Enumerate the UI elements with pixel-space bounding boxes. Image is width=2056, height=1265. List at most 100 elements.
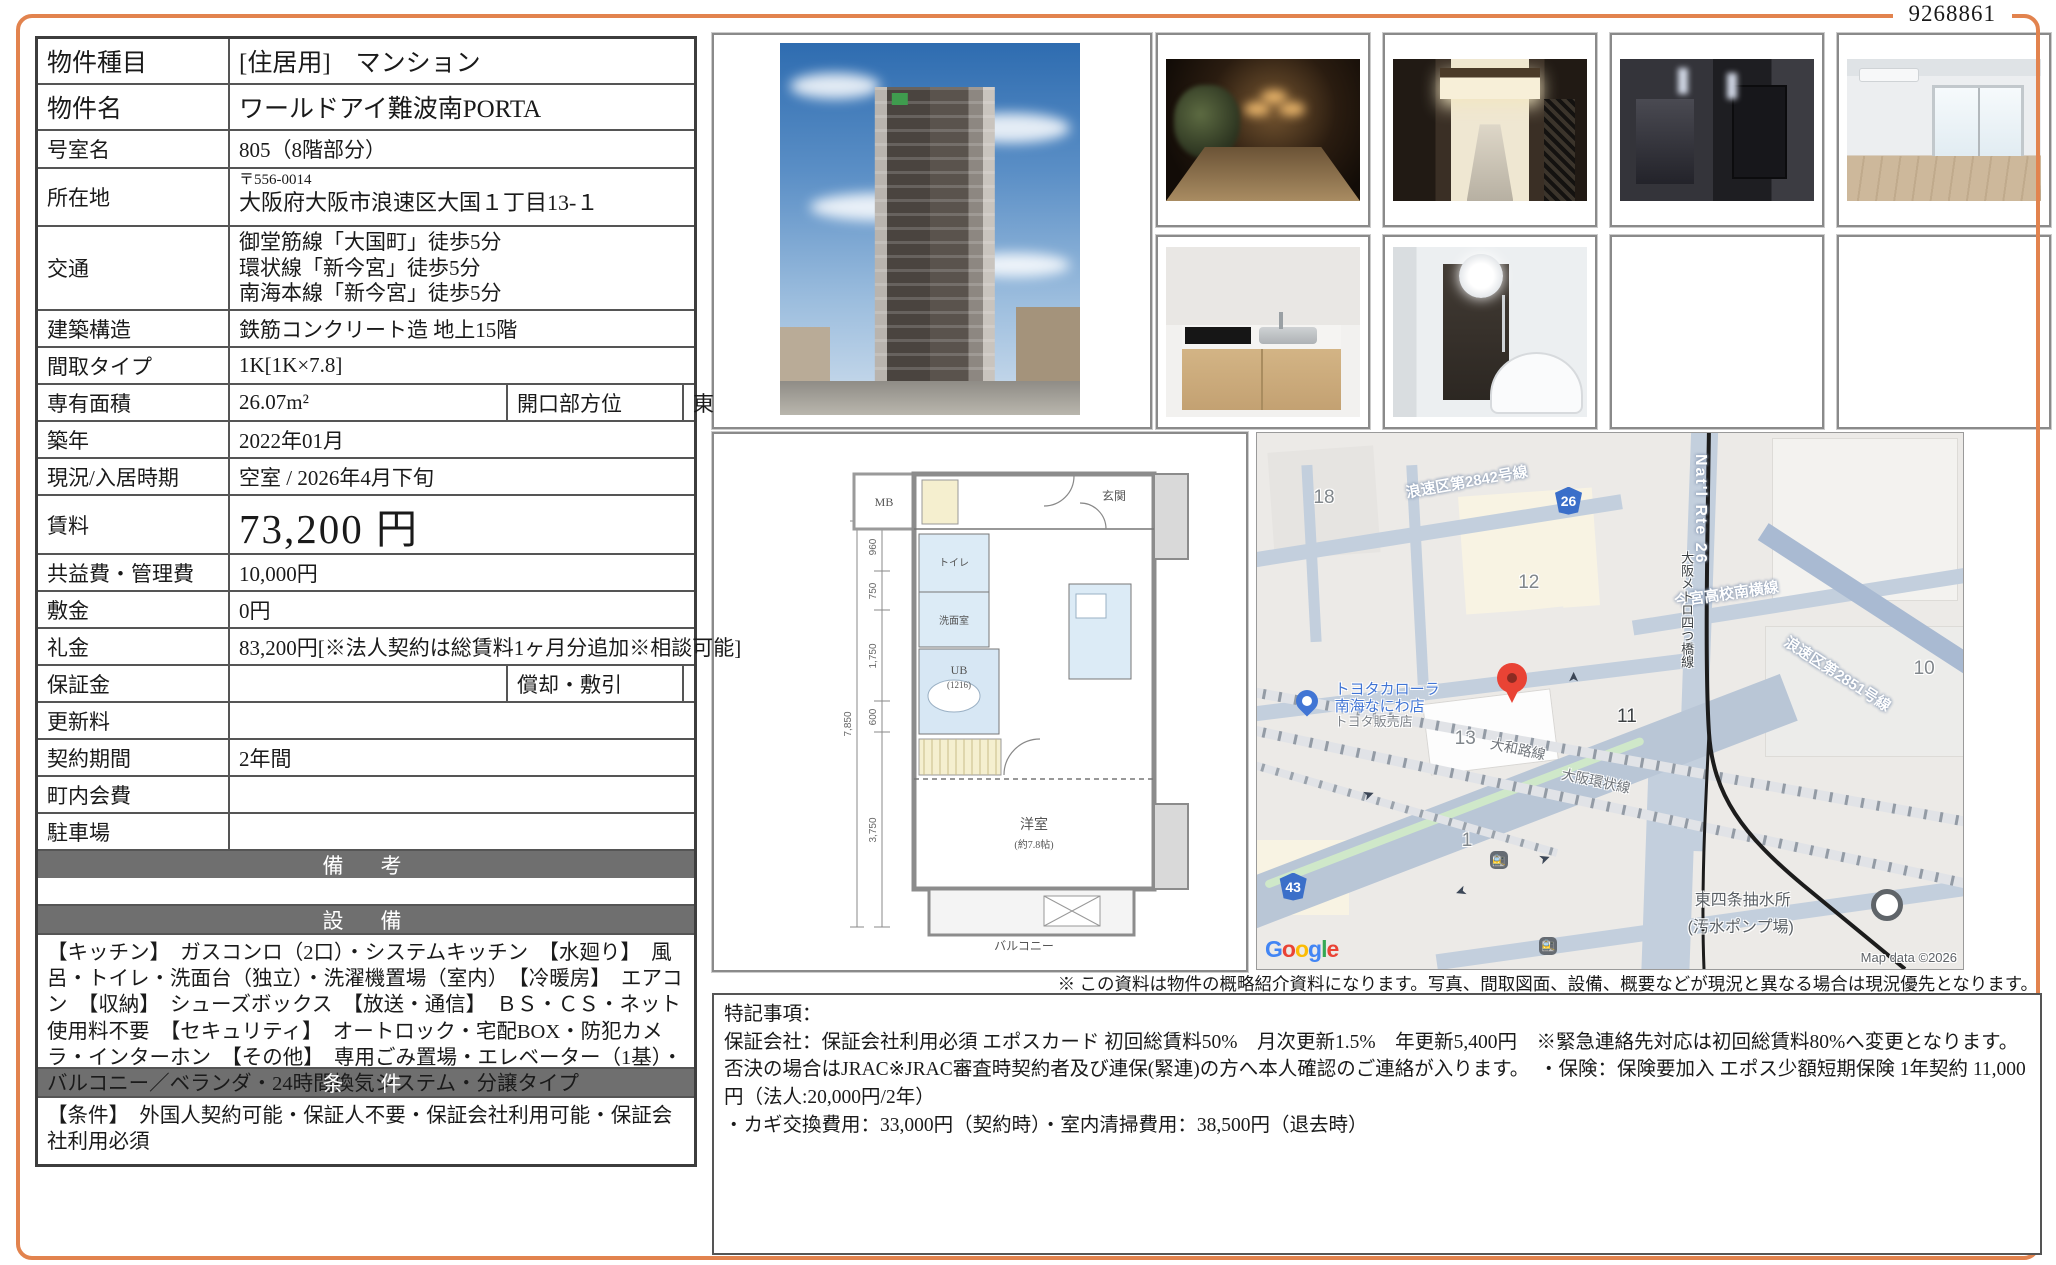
dim-750: 750 [868,582,879,599]
label-entrance: 玄関 [1102,488,1126,503]
row-value: [住居用] マンション [230,39,694,83]
dim-600: 600 [868,708,879,725]
kitchen-photo [1166,247,1360,417]
property-name: ワールドアイ難波南PORTA [230,85,694,129]
rent-value: 73,200 円 [230,496,694,553]
photo-lobby-box [1383,33,1597,227]
photo-kitchen-box [1156,235,1370,429]
row-label: 専有面積 [38,385,230,420]
photo-hallway-box [1610,33,1824,227]
photo-room-box [1837,33,2051,227]
label-wash: 洗面室 [939,614,969,627]
bathroom-photo [1393,247,1587,417]
table-row: 保証金 償却・敷引 [38,664,694,701]
row-value: 805（8階部分） [230,131,694,167]
table-row: 建築構造鉄筋コンクリート造 地上15階 [38,309,694,346]
special-notes-body: 保証会社：保証会社利用必須 エポスカード 初回総賃料50% 月次更新1.5% 年… [724,1029,2030,1112]
toyota-line1: トヨタカローラ [1335,682,1440,699]
access-line: 御堂筋線「大国町」徒歩5分 [239,230,685,256]
entrance-photo [1166,59,1360,201]
station-icon: 🚉 [1539,937,1557,955]
road-label-rte26: Nat'l Rte 26 [1691,454,1709,565]
table-row: 専有面積 26.07m² 開口部方位 東 [38,383,694,420]
row-label: 所在地 [38,169,230,225]
table-row: 交通 御堂筋線「大国町」徒歩5分 環状線「新今宮」徒歩5分 南海本線「新今宮」徒… [38,225,694,309]
keymoney-value: 83,200円[※法人契約は総賃料1ヶ月分追加※相談可能] [230,629,750,664]
location-map: 18 12 10 13 1 11 浪速区第2842号線 今宮高校南横線 浪速区第… [1256,432,1964,970]
special-notes-title: 特記事項： [724,1001,2030,1029]
table-row: 賃料73,200 円 [38,494,694,553]
equipment-header: 設 備 [38,904,694,933]
row-value [230,703,694,738]
row-value: 2022年01月 [230,422,694,457]
equipment-text: 【キッチン】 ガスコンロ（2口）・システムキッチン 【水廻り】 風呂・トイレ・洗… [38,933,694,1067]
label-room-size: (約7.8帖) [1014,838,1053,851]
access-line: 環状線「新今宮」徒歩5分 [239,256,685,282]
row-value [230,777,694,812]
label-balcony: バルコニー [994,939,1054,953]
property-location-pin [1497,663,1527,705]
label-room: 洋室 [1020,816,1048,833]
notes-empty-row [38,878,694,904]
conditions-text: 【条件】 外国人契約可能・保証人不要・保証会社利用可能・保証会社利用必須 [38,1096,694,1164]
floorplan-drawing: 900 960 750 1,750 600 3,750 7,850 [714,434,1246,970]
address-text: 大阪府大阪市浪速区大国１丁目13-１ [239,190,685,215]
dim-3750: 3,750 [868,817,879,842]
postal-code: 〒556-0014 [239,172,685,189]
table-row: 町内会費 [38,775,694,812]
toyota-line3: トヨタ販売店 [1335,715,1440,729]
table-row: 更新料 [38,701,694,738]
row-value [684,666,702,701]
row-label: 建築構造 [38,311,230,346]
lobby-photo [1393,59,1587,201]
document-number: 9268861 [1893,1,2013,27]
row-value: 10,000円 [230,555,694,590]
photo-empty-box [1610,235,1824,429]
row-label: 契約期間 [38,740,230,775]
row-label: 開口部方位 [508,385,684,420]
block-number: 18 [1313,487,1334,509]
toyota-line2: 南海なにわ店 [1335,699,1440,716]
label-ub: UB [951,663,968,677]
row-label: 町内会費 [38,777,230,812]
table-row: 物件名ワールドアイ難波南PORTA [38,83,694,129]
table-row: 所在地 〒556-0014 大阪府大阪市浪速区大国１丁目13-１ [38,167,694,225]
dim-960: 960 [868,538,879,555]
row-label: 号室名 [38,131,230,167]
special-notes-box: 特記事項： 保証会社：保証会社利用必須 エポスカード 初回総賃料50% 月次更新… [712,993,2042,1255]
row-label: 駐車場 [38,814,230,849]
pump-station-label2: (汚水ポンプ場) [1688,913,1794,937]
building-exterior-photo [780,43,1080,415]
google-logo: Google [1265,936,1338,963]
row-label: 共益費・管理費 [38,555,230,590]
map-data-attribution: Map data ©2026 [1861,950,1957,965]
access-cell: 御堂筋線「大国町」徒歩5分 環状線「新今宮」徒歩5分 南海本線「新今宮」徒歩5分 [230,227,694,309]
photo-entrance-box [1156,33,1370,227]
label-mb: MB [875,495,894,509]
table-row: 現況/入居時期空室 / 2026年4月下旬 [38,457,694,494]
floorplan-box: 900 960 750 1,750 600 3,750 7,850 [712,432,1248,972]
row-value: 空室 / 2026年4月下旬 [230,459,694,494]
address-cell: 〒556-0014 大阪府大阪市浪速区大国１丁目13-１ [230,169,694,225]
photo-empty-box [1837,235,2051,429]
dim-total: 7,850 [843,711,854,736]
table-row: 号室名805（8階部分） [38,129,694,167]
row-label: 物件種目 [38,39,230,83]
block-number: 12 [1518,572,1539,594]
row-value: 1K[1K×7.8] [230,348,694,383]
label-ub-size: (1216) [947,680,971,690]
hallway-photo [1620,59,1814,201]
tower-shape [875,87,995,387]
table-row: 契約期間2年間 [38,738,694,775]
row-label: 礼金 [38,629,230,664]
row-label: 間取タイプ [38,348,230,383]
access-line: 南海本線「新今宮」徒歩5分 [239,281,685,307]
property-flyer-page: 9268861 物件種目[住居用] マンション 物件名ワールドアイ難波南PORT… [0,0,2056,1265]
row-label: 更新料 [38,703,230,738]
row-label: 交通 [38,227,230,309]
row-value: 2年間 [230,740,694,775]
row-label: 賃料 [38,496,230,553]
property-table: 物件種目[住居用] マンション 物件名ワールドアイ難波南PORTA 号室名805… [35,36,697,1167]
toyota-poi-label: トヨタカローラ 南海なにわ店 トヨタ販売店 [1335,682,1440,729]
photo-bathroom-box [1383,235,1597,429]
